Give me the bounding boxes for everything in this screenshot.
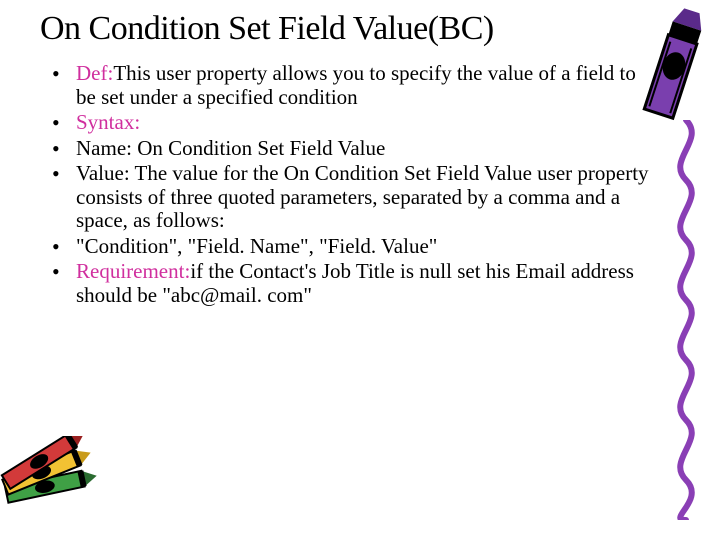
- page-title: On Condition Set Field Value(BC): [40, 10, 690, 48]
- bullet-text: "Condition", "Field. Name", "Field. Valu…: [76, 234, 437, 258]
- slide: On Condition Set Field Value(BC) Def:Thi…: [0, 0, 720, 540]
- list-item: Syntax:: [48, 111, 660, 135]
- bullet-label: Requirement:: [76, 259, 190, 283]
- list-item: Name: On Condition Set Field Value: [48, 137, 660, 161]
- purple-squiggle-icon: [666, 120, 706, 520]
- crayon-icon: [634, 6, 714, 126]
- bullet-label: Syntax:: [76, 110, 140, 134]
- bullet-label: Def:: [76, 61, 113, 85]
- crayons-icon: [0, 436, 128, 506]
- bullet-text: Name: On Condition Set Field Value: [76, 136, 385, 160]
- list-item: Def:This user property allows you to spe…: [48, 62, 660, 109]
- bullet-list: Def:This user property allows you to spe…: [40, 62, 660, 307]
- list-item: Value: The value for the On Condition Se…: [48, 162, 660, 233]
- bullet-text: This user property allows you to specify…: [76, 61, 636, 109]
- list-item: "Condition", "Field. Name", "Field. Valu…: [48, 235, 660, 259]
- list-item: Requirement:if the Contact's Job Title i…: [48, 260, 660, 307]
- bullet-text: Value: The value for the On Condition Se…: [76, 161, 649, 232]
